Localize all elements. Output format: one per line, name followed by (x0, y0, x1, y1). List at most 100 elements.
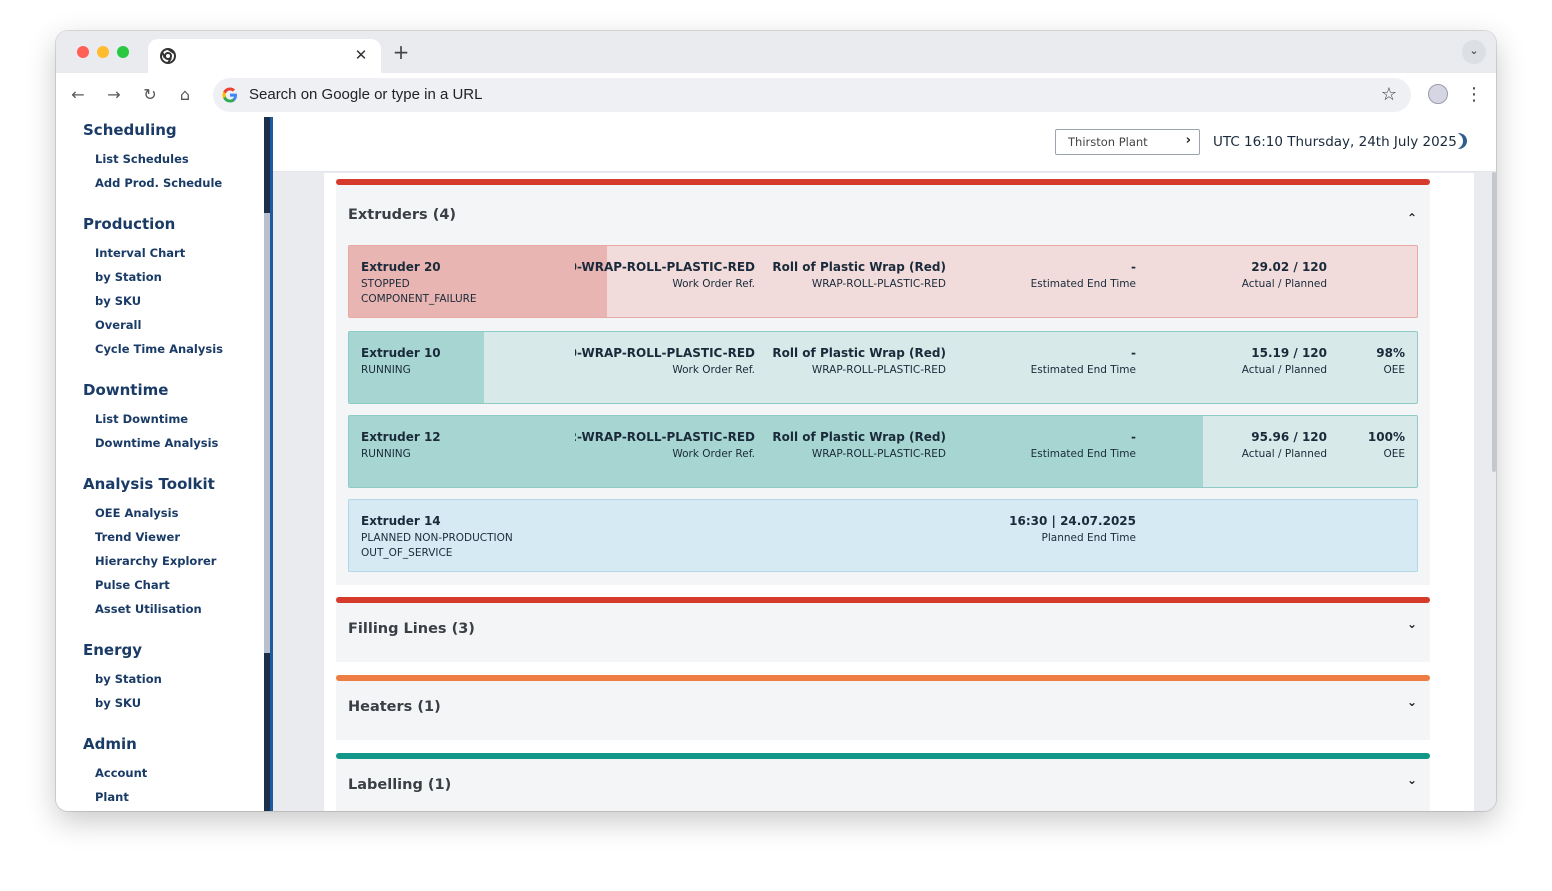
sidebar-item-list-schedules[interactable]: List Schedules (95, 152, 189, 166)
sidebar-item-list-downtime[interactable]: List Downtime (95, 412, 188, 426)
product-sku: WRAP-ROLL-PLASTIC-RED (811, 278, 946, 290)
station-card[interactable]: Extruder 12 RUNNING EX12-WRAP-ROLL-PLASTIC… (348, 415, 1418, 488)
station-card[interactable]: Extruder 14 PLANNED NON-PRODUCTION OUT_OF_… (348, 499, 1418, 572)
sidebar-item-add-prod-schedule[interactable]: Add Prod. Schedule (95, 176, 222, 190)
sidebar-section-scheduling: Scheduling (83, 121, 177, 139)
maximize-window-button[interactable] (117, 46, 129, 58)
group-status-bar (336, 675, 1430, 681)
end-time-label: Estimated End Time (1030, 448, 1136, 460)
chevron-down-icon[interactable]: ⌄ (1402, 773, 1422, 793)
group-status-bar (336, 179, 1430, 185)
group-title[interactable]: Labelling (1) (348, 777, 451, 793)
group-status-bar (336, 597, 1430, 603)
work-order-label: Work Order Ref. (672, 448, 755, 460)
group-filling-lines-3: Filling Lines (3) ⌄ (336, 597, 1430, 662)
end-time: - (1131, 346, 1136, 360)
sidebar-item-plant[interactable]: Plant (95, 790, 129, 804)
bookmark-star-icon[interactable]: ☆ (1381, 84, 1397, 105)
chevron-up-icon[interactable]: ⌃ (1402, 211, 1422, 231)
oee-value: 100% (1367, 430, 1405, 444)
sidebar-item-hierarchy-explorer[interactable]: Hierarchy Explorer (95, 554, 216, 568)
dark-mode-moon-icon[interactable] (1454, 131, 1470, 151)
sidebar-section-downtime: Downtime (83, 381, 169, 399)
group-heaters-1: Heaters (1) ⌄ (336, 675, 1430, 740)
sidebar-item-interval-chart[interactable]: Interval Chart (95, 246, 185, 260)
close-window-button[interactable] (77, 46, 89, 58)
page-content: Scheduling List Schedules Add Prod. Schedu… (56, 117, 1496, 811)
sidebar-item-downtime-analysis[interactable]: Downtime Analysis (95, 436, 218, 450)
address-bar-placeholder: Search on Google or type in a URL (249, 86, 483, 103)
end-time: - (1131, 430, 1136, 444)
oee-value: 98% (1376, 346, 1405, 360)
end-time-label: Planned End Time (1041, 532, 1136, 544)
sidebar-item-cycle-time-analysis[interactable]: Cycle Time Analysis (95, 342, 223, 356)
quantity-actual-planned: 15.19 / 120 (1251, 346, 1327, 360)
station-status: RUNNING (361, 364, 411, 376)
sidebar-item-by-sku[interactable]: by SKU (95, 696, 141, 710)
sidebar-item-by-station[interactable]: by Station (95, 270, 162, 284)
home-icon[interactable]: ⌂ (173, 83, 197, 107)
google-g-icon (222, 87, 237, 103)
quantity-actual-planned: 29.02 / 120 (1251, 260, 1327, 274)
top-bar: Thirston Plant › UTC 16:10 Thursday, 24t… (273, 117, 1496, 172)
end-time-label: Estimated End Time (1030, 278, 1136, 290)
sidebar-section-energy: Energy (83, 641, 143, 659)
sidebar-item-oee-analysis[interactable]: OEE Analysis (95, 506, 178, 520)
station-card[interactable]: Extruder 10 RUNNING EX10-WRAP-ROLL-PLASTIC… (348, 331, 1418, 404)
tab-search-chevron-icon[interactable]: ⌄ (1462, 40, 1486, 64)
end-time: 16:30 | 24.07.2025 (1009, 514, 1136, 528)
station-name: Extruder 14 (361, 514, 441, 528)
sidebar-item-by-sku[interactable]: by SKU (95, 294, 141, 308)
product-sku: WRAP-ROLL-PLASTIC-RED (811, 448, 946, 460)
sidebar-item-trend-viewer[interactable]: Trend Viewer (95, 530, 180, 544)
sidebar-item-asset-utilisation[interactable]: Asset Utilisation (95, 602, 202, 616)
station-reason: COMPONENT_FAILURE (361, 293, 477, 305)
sidebar-item-by-station[interactable]: by Station (95, 672, 162, 686)
plant-selector[interactable]: Thirston Plant › (1055, 129, 1200, 155)
group-labelling-1: Labelling (1) ⌄ (336, 753, 1430, 811)
station-status: RUNNING (361, 448, 411, 460)
quantity-label: Actual / Planned (1241, 364, 1327, 376)
sidebar-section-analysis-toolkit: Analysis Toolkit (83, 475, 215, 493)
forward-arrow-icon[interactable]: → (102, 83, 126, 107)
work-order-ref: EX12-WRAP-ROLL-PLASTIC-RED (575, 430, 755, 444)
product-sku: WRAP-ROLL-PLASTIC-RED (811, 364, 946, 376)
product-name: Roll of Plastic Wrap (Red) (772, 430, 946, 444)
sidebar-nav: Scheduling List Schedules Add Prod. Schedu… (56, 117, 264, 811)
group-title[interactable]: Heaters (1) (348, 699, 441, 715)
group-status-bar (336, 753, 1430, 759)
back-arrow-icon[interactable]: ← (66, 83, 90, 107)
quantity-label: Actual / Planned (1241, 448, 1327, 460)
station-card[interactable]: Extruder 20 STOPPED COMPONENT_FAILURE EX20-… (348, 245, 1418, 318)
sidebar-item-pulse-chart[interactable]: Pulse Chart (95, 578, 170, 592)
browser-menu-icon[interactable]: ⋮ (1464, 83, 1484, 107)
address-bar[interactable]: Search on Google or type in a URL ☆ (213, 78, 1411, 112)
sidebar-border (270, 117, 273, 811)
chevron-down-icon[interactable]: ⌄ (1402, 695, 1422, 715)
chevron-down-icon[interactable]: ⌄ (1402, 617, 1422, 637)
oee-label: OEE (1383, 448, 1405, 460)
utc-clock: UTC 16:10 Thursday, 24th July 2025 (1213, 134, 1457, 150)
sidebar-section-admin: Admin (83, 735, 137, 753)
station-name: Extruder 12 (361, 430, 441, 444)
sidebar-item-overall[interactable]: Overall (95, 318, 141, 332)
work-order-label: Work Order Ref. (672, 278, 755, 290)
work-order-label: Work Order Ref. (672, 364, 755, 376)
minimize-window-button[interactable] (97, 46, 109, 58)
group-title[interactable]: Extruders (4) (348, 207, 456, 223)
sidebar-section-production: Production (83, 215, 176, 233)
station-status: PLANNED NON-PRODUCTION (361, 532, 513, 544)
browser-tab[interactable]: ✕ (148, 39, 381, 73)
reload-icon[interactable]: ↻ (138, 83, 162, 107)
end-time: - (1131, 260, 1136, 274)
sidebar-item-account[interactable]: Account (95, 766, 147, 780)
profile-avatar[interactable] (1428, 84, 1448, 104)
group-title[interactable]: Filling Lines (3) (348, 621, 475, 637)
browser-toolbar: ← → ↻ ⌂ Search on Google or type in a UR… (56, 73, 1496, 117)
main-scrollbar[interactable] (1492, 172, 1496, 472)
work-order-ref: EX20-WRAP-ROLL-PLASTIC-RED (575, 260, 755, 274)
station-status: STOPPED (361, 278, 410, 290)
new-tab-button[interactable]: + (389, 40, 413, 64)
oee-label: OEE (1383, 364, 1405, 376)
tab-close-icon[interactable]: ✕ (351, 45, 371, 65)
